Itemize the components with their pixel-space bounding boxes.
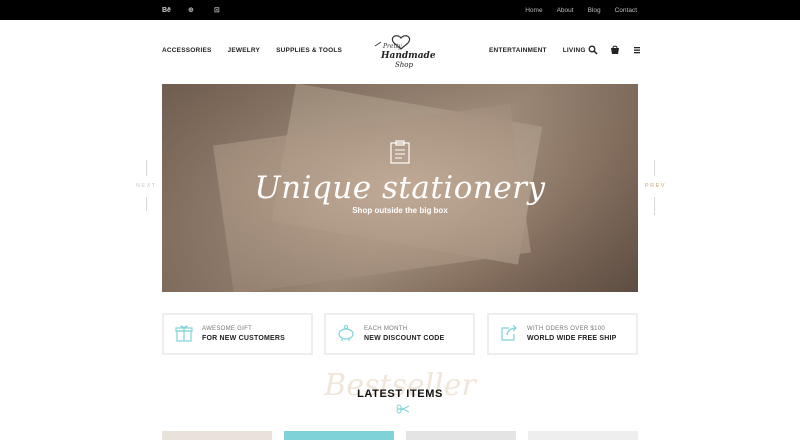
nav-item-jewelry[interactable]: JEWELRY: [228, 47, 261, 54]
section-title: LATEST ITEMS: [357, 388, 443, 400]
nav-right: ENTERTAINMENT LIVING: [489, 47, 586, 54]
next-line-top: [146, 160, 147, 176]
hero-title: Unique stationery: [254, 170, 546, 206]
product-card[interactable]: [406, 431, 516, 440]
instagram-icon[interactable]: ⊡: [214, 6, 240, 14]
top-link-blog[interactable]: Blog: [588, 7, 601, 14]
nav-item-entertainment[interactable]: ENTERTAINMENT: [489, 47, 547, 54]
menu-icon[interactable]: [632, 45, 642, 55]
feature-label-top: EACH MONTH: [364, 326, 408, 332]
feature-box-gift: AWESOME GIFT FOR NEW CUSTOMERS: [162, 313, 313, 355]
feature-label-top: WITH ODERS OVER $100: [527, 326, 606, 332]
product-card[interactable]: [284, 431, 394, 440]
nav-left: ACCESSORIES JEWELRY SUPPLIES & TOOLS: [162, 47, 342, 54]
product-card[interactable]: [528, 431, 638, 440]
prev-line-top: [654, 160, 655, 176]
feature-label-bottom: WORLD WIDE FREE SHIP: [527, 335, 617, 342]
dribbble-icon[interactable]: ⊕: [188, 6, 214, 14]
feature-box-discount: EACH MONTH NEW DISCOUNT CODE: [324, 313, 475, 355]
cart-icon[interactable]: [610, 45, 620, 55]
scissors-icon: [396, 404, 410, 414]
hero-slider[interactable]: Unique stationery Shop outside the big b…: [162, 84, 638, 292]
nav-item-accessories[interactable]: ACCESSORIES: [162, 47, 212, 54]
feature-label-bottom: NEW DISCOUNT CODE: [364, 335, 445, 342]
prev-line-bottom: [654, 197, 655, 215]
nav-item-living[interactable]: LIVING: [563, 47, 586, 54]
social-links: Bē ⊕ ⊡: [162, 0, 240, 20]
next-line-bottom: [146, 197, 147, 211]
top-bar: Bē ⊕ ⊡ Home About Blog Contact: [0, 0, 800, 20]
clipboard-icon: [390, 140, 410, 164]
site-logo[interactable]: Pretty Handmade Shop: [367, 34, 436, 74]
top-link-home[interactable]: Home: [525, 7, 542, 14]
nav-icons: [588, 45, 642, 55]
hero-subtitle: Shop outside the big box: [352, 206, 448, 215]
logo-text-handmade: Handmade: [381, 51, 436, 61]
feature-label-top: AWESOME GIFT: [202, 326, 253, 332]
nav-item-supplies-tools[interactable]: SUPPLIES & TOOLS: [276, 47, 342, 54]
top-links: Home About Blog Contact: [525, 0, 637, 20]
search-icon[interactable]: [588, 45, 598, 55]
behance-icon[interactable]: Bē: [162, 7, 188, 14]
gift-icon: [175, 325, 193, 342]
share-box-icon: [501, 324, 517, 341]
piggy-bank-icon: [338, 325, 354, 341]
slider-prev-button[interactable]: PREV: [645, 183, 666, 189]
logo-text-pretty: Pretty: [383, 43, 402, 50]
feature-box-shipping: WITH ODERS OVER $100 WORLD WIDE FREE SHI…: [487, 313, 638, 355]
top-link-about[interactable]: About: [557, 7, 574, 14]
product-card[interactable]: [162, 431, 272, 440]
top-link-contact[interactable]: Contact: [615, 7, 637, 14]
logo-text-shop: Shop: [395, 61, 413, 69]
slider-next-button[interactable]: NEXT: [136, 183, 157, 189]
feature-label-bottom: FOR NEW CUSTOMERS: [202, 335, 285, 342]
